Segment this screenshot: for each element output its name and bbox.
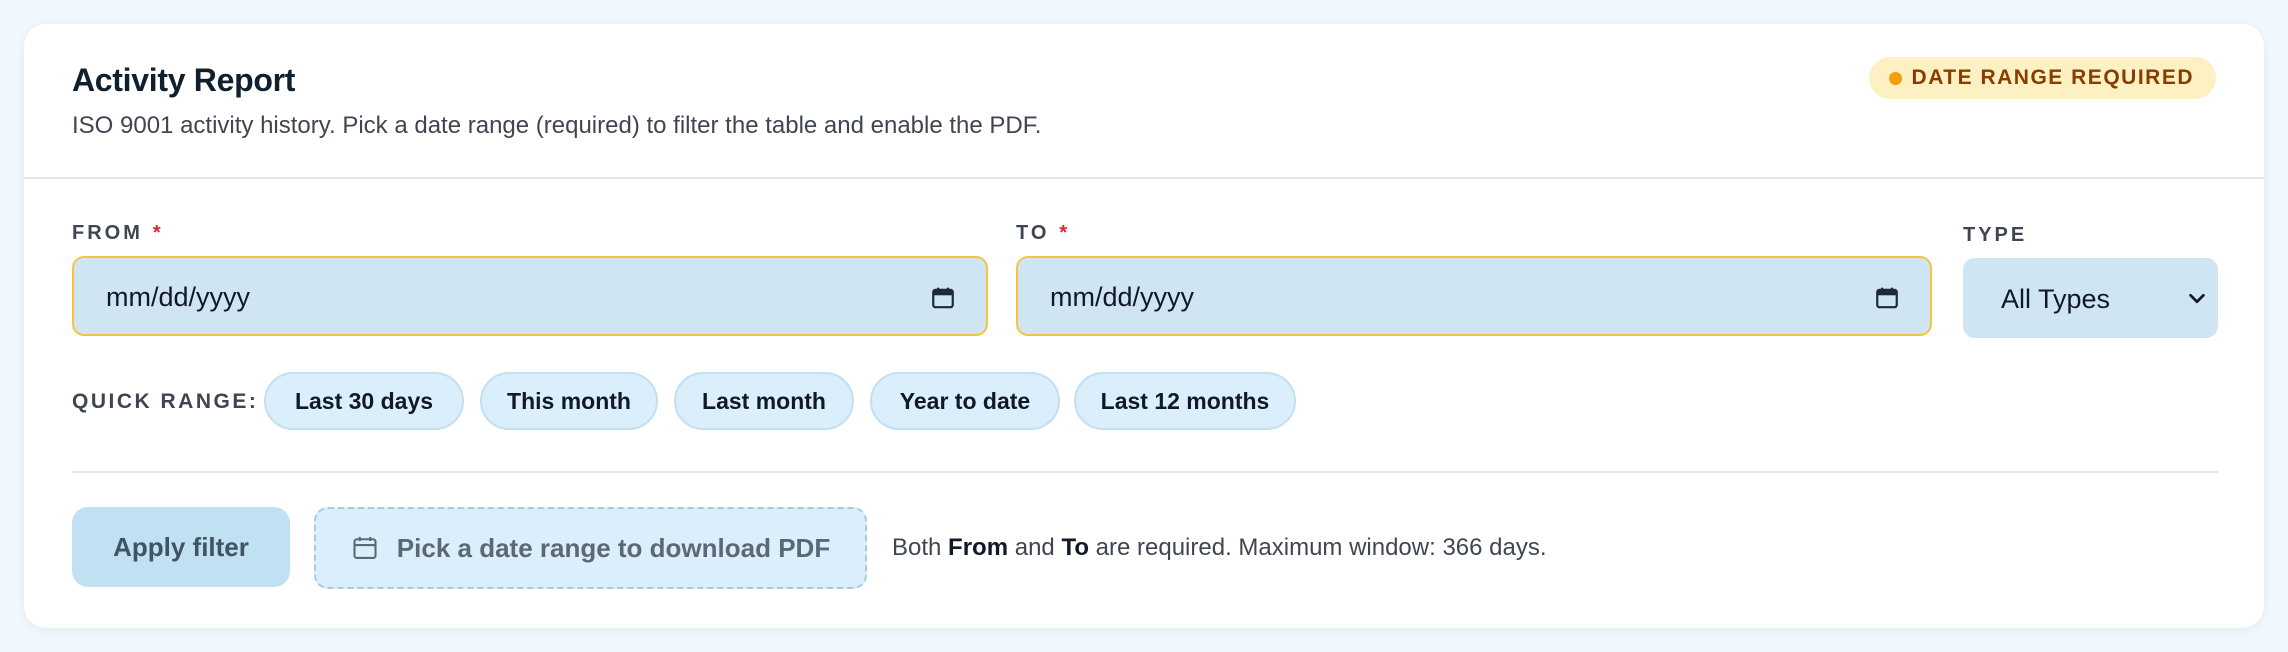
hint-suffix: are required. Maximum window: 366 days. <box>1088 534 1547 561</box>
activity-report-card: Activity Report ISO 9001 activity histor… <box>24 24 2264 628</box>
download-pdf-button[interactable]: Pick a date range to download PDF <box>314 507 867 589</box>
from-label: FROM * <box>72 222 164 245</box>
to-date-placeholder: mm/dd/yyyy <box>1050 282 1195 312</box>
page-subtitle: ISO 9001 activity history. Pick a date r… <box>72 112 1042 139</box>
quick-range-year-to-date[interactable]: Year to date <box>870 372 1060 430</box>
to-required-mark: * <box>1059 222 1071 244</box>
type-select[interactable]: All Types <box>1963 258 2218 338</box>
apply-filter-button[interactable]: Apply filter <box>72 507 290 587</box>
to-label: TO * <box>1016 222 1070 245</box>
from-label-text: FROM <box>72 222 143 244</box>
calendar-icon[interactable] <box>1874 285 1900 311</box>
status-badge: DATE RANGE REQUIRED <box>1868 57 2216 99</box>
type-select-value: All Types <box>2001 284 2111 314</box>
type-label: TYPE <box>1963 224 2028 246</box>
hint-prefix: Both <box>892 534 949 561</box>
hint-to: To <box>1061 534 1089 561</box>
page-title: Activity Report <box>72 62 296 98</box>
section-divider <box>72 471 2218 473</box>
status-badge-label: DATE RANGE REQUIRED <box>1911 66 2194 89</box>
range-hint-text: Both From and To are required. Maximum w… <box>892 534 1547 562</box>
quick-range-label: QUICK RANGE: <box>72 390 259 413</box>
hint-middle: and <box>1008 534 1062 561</box>
hint-from: From <box>948 534 1009 561</box>
calendar-icon[interactable] <box>930 285 956 311</box>
card-header: Activity Report ISO 9001 activity histor… <box>24 24 2264 179</box>
to-date-input[interactable]: mm/dd/yyyy <box>1016 256 1932 336</box>
from-date-input[interactable]: mm/dd/yyyy <box>72 256 988 336</box>
download-pdf-label: Pick a date range to download PDF <box>396 532 831 563</box>
to-label-text: TO <box>1016 222 1050 244</box>
calendar-icon <box>353 536 377 559</box>
quick-range-this-month[interactable]: This month <box>480 372 658 430</box>
status-dot-icon <box>1888 71 1902 85</box>
quick-range-last-12-months[interactable]: Last 12 months <box>1074 372 1296 430</box>
from-date-placeholder: mm/dd/yyyy <box>106 282 251 312</box>
chevron-down-icon <box>2189 293 2205 304</box>
quick-range-last-30-days[interactable]: Last 30 days <box>264 372 464 430</box>
quick-range-last-month[interactable]: Last month <box>674 372 854 430</box>
from-required-mark: * <box>152 222 164 244</box>
